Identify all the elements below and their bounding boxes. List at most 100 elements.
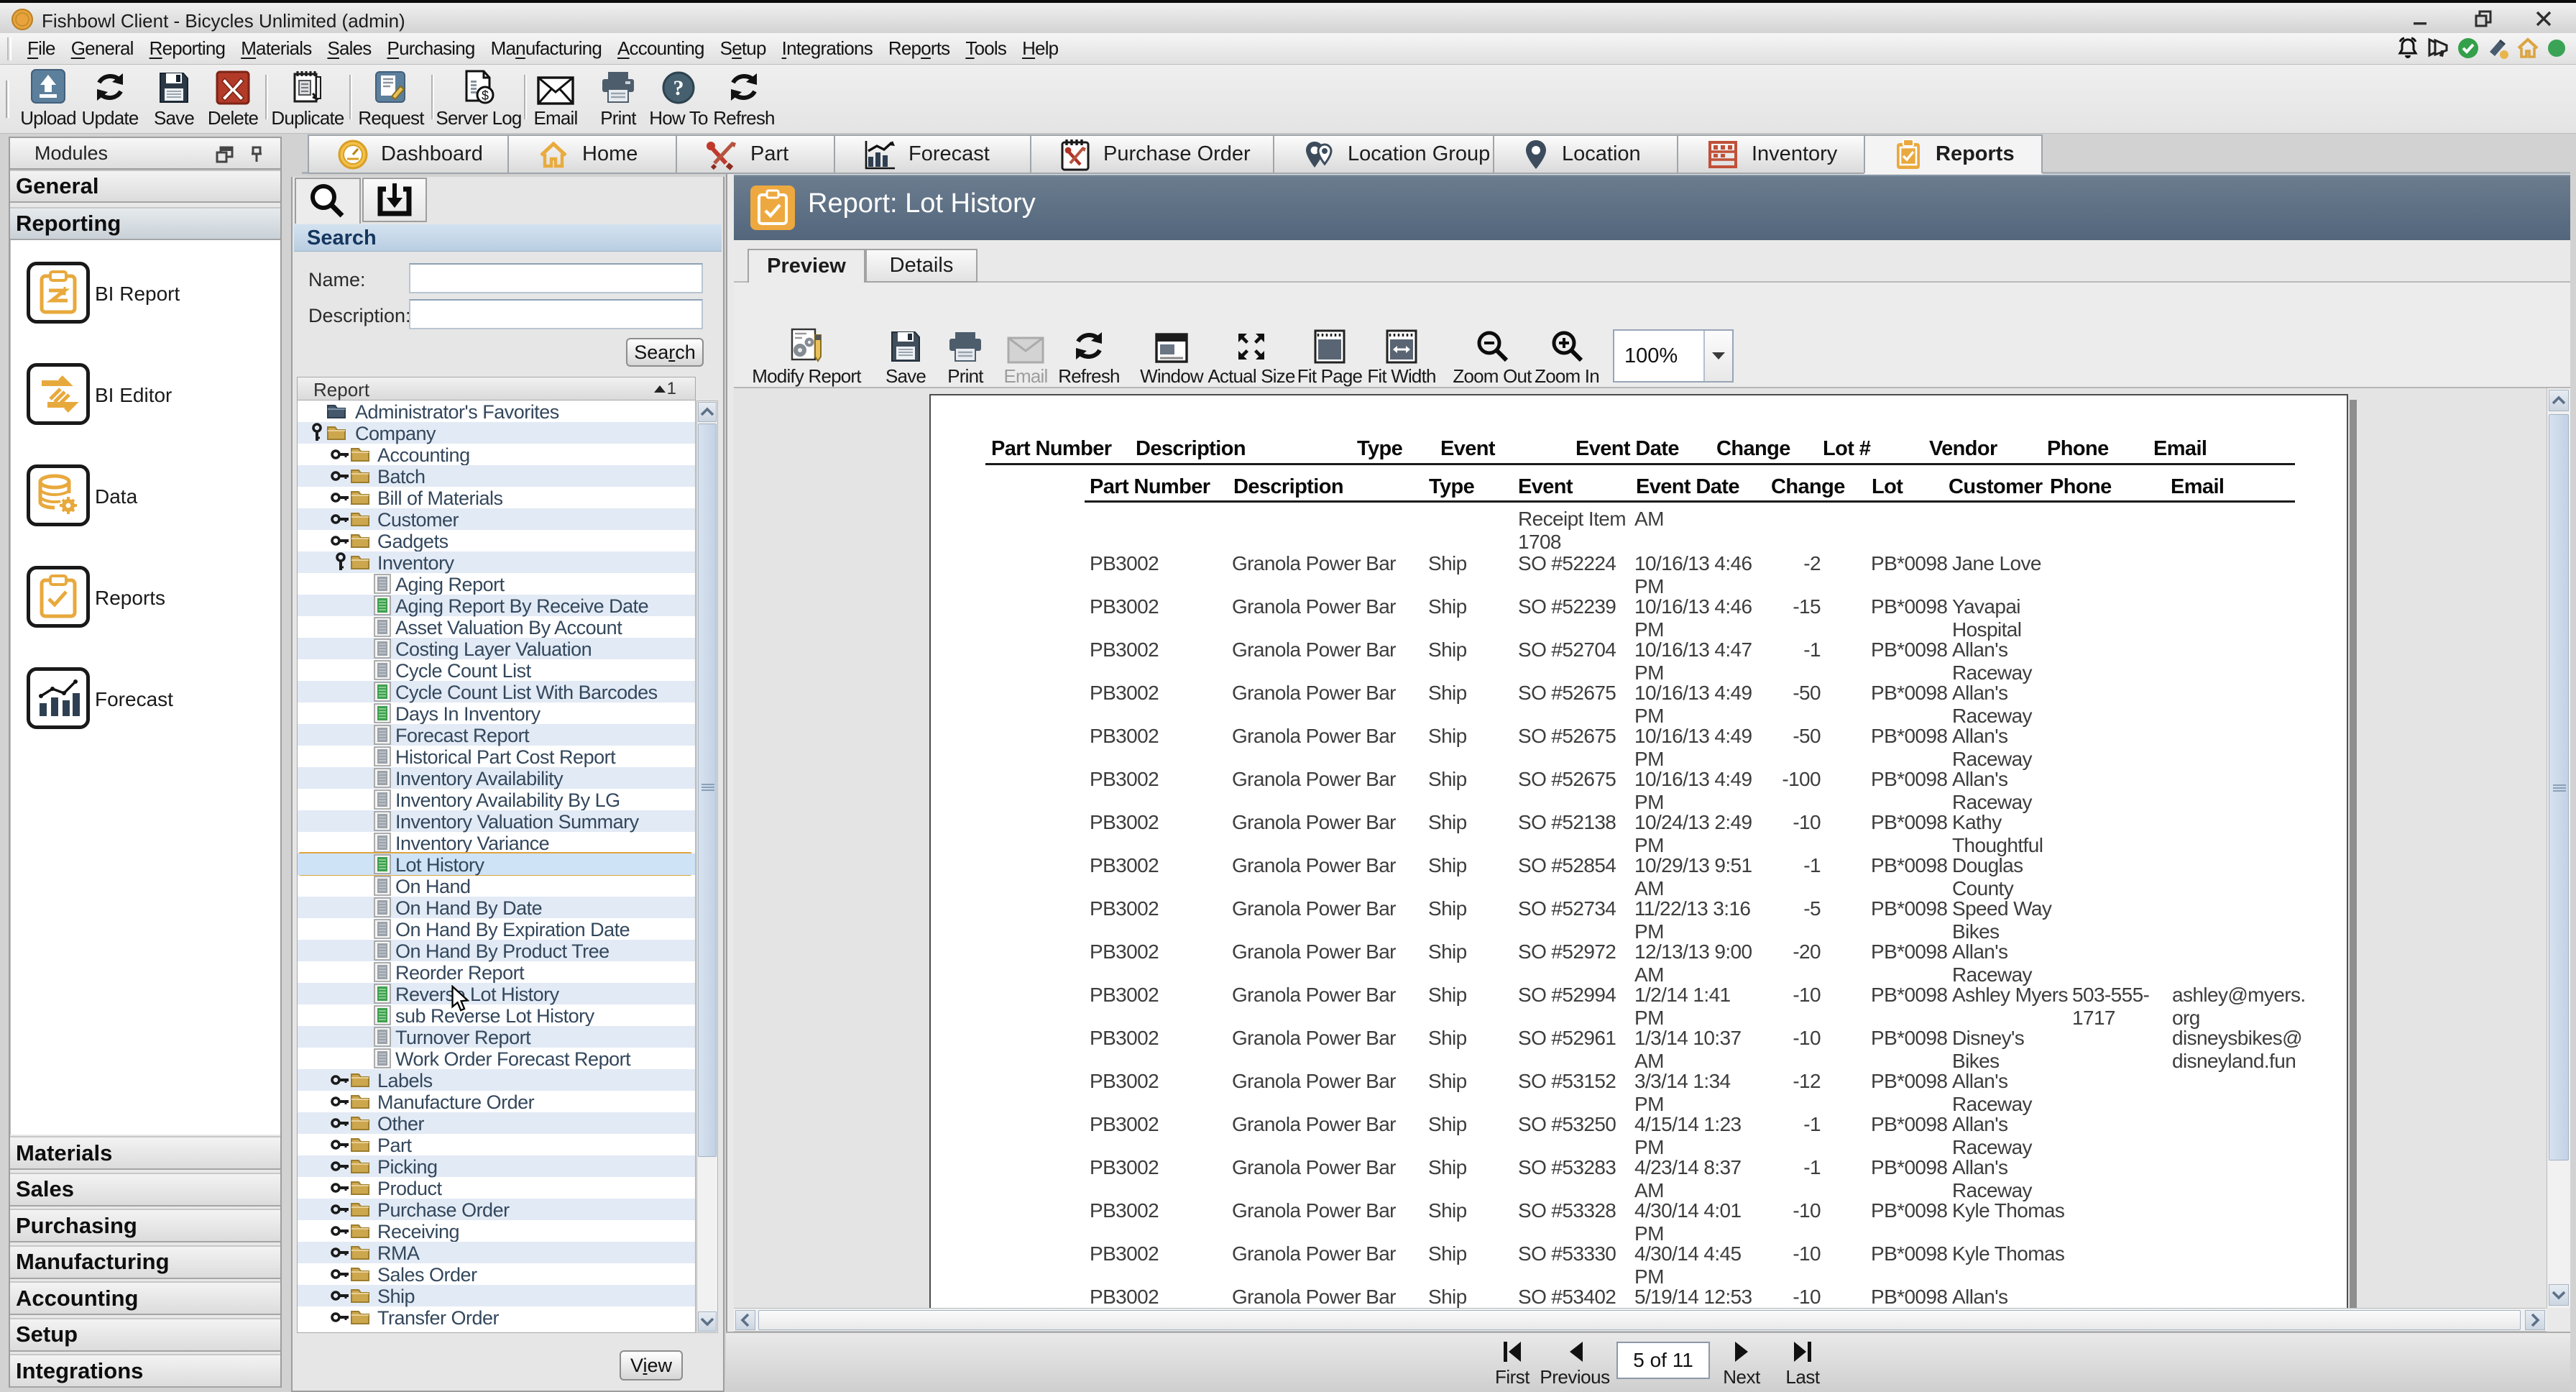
tree-item-costing-layer-valuation[interactable]: Costing Layer Valuation (298, 638, 695, 659)
tree-toggle-collapsed-icon[interactable] (330, 444, 351, 465)
tree-item-company[interactable]: Company (298, 422, 695, 444)
tree-toggle-collapsed-icon[interactable] (330, 487, 351, 508)
tab-search-panel[interactable] (295, 178, 361, 224)
tree-toggle-collapsed-icon[interactable] (330, 530, 351, 551)
tree-item-product[interactable]: Product (298, 1177, 695, 1199)
status-dot-icon[interactable] (2546, 37, 2567, 59)
tree-toggle-collapsed-icon[interactable] (330, 1112, 351, 1134)
menu-sales[interactable]: Sales (327, 37, 371, 59)
tree-item-inventory-variance[interactable]: Inventory Variance (298, 832, 695, 853)
report-tab-preview[interactable]: Preview (748, 249, 865, 283)
module-section-reporting[interactable]: Reporting (10, 207, 280, 240)
report-vertical-scrollbar[interactable] (2547, 388, 2570, 1308)
tree-toggle-collapsed-icon[interactable] (330, 1306, 351, 1328)
minimize-button[interactable] (2408, 7, 2432, 30)
tree-item-work-order-forecast-report[interactable]: Work Order Forecast Report (298, 1048, 695, 1069)
menu-help[interactable]: Help (1022, 37, 1058, 59)
tree-item-inventory[interactable]: Inventory (298, 551, 695, 573)
menu-reporting[interactable]: Reporting (150, 37, 226, 59)
tree-toggle-collapsed-icon[interactable] (330, 1134, 351, 1155)
tree-item-inventory-availability-by-lg[interactable]: Inventory Availability By LG (298, 789, 695, 810)
module-tab-reports[interactable]: Reports (1864, 134, 2043, 174)
tree-toggle-collapsed-icon[interactable] (330, 1199, 351, 1220)
tree-item-manufacture-order[interactable]: Manufacture Order (298, 1091, 695, 1112)
modify-report-report-button[interactable]: Modify Report (749, 324, 864, 388)
tree-toggle-collapsed-icon[interactable] (330, 1155, 351, 1177)
tree-item-receiving[interactable]: Receiving (298, 1220, 695, 1242)
module-section-integrations[interactable]: Integrations (10, 1354, 280, 1388)
tree-item-batch[interactable]: Batch (298, 465, 695, 487)
tree-item-on-hand-by-product-tree[interactable]: On Hand By Product Tree (298, 940, 695, 961)
module-tab-purchase-order[interactable]: Purchase Order (1030, 134, 1273, 174)
tree-toggle-collapsed-icon[interactable] (330, 1242, 351, 1263)
tree-item-purchase-order[interactable]: Purchase Order (298, 1199, 695, 1220)
tree-toggle-expanded-icon[interactable] (306, 422, 328, 444)
tree-scrollbar[interactable] (696, 400, 718, 1333)
report-tab-details[interactable]: Details (865, 249, 978, 283)
menu-manufacturing[interactable]: Manufacturing (491, 37, 602, 59)
name-input[interactable] (409, 263, 703, 293)
tree-toggle-collapsed-icon[interactable] (330, 1220, 351, 1242)
tree-item-transfer-order[interactable]: Transfer Order (298, 1306, 695, 1328)
tree-item-sub-reverse-lot-history[interactable]: sub Reverse Lot History (298, 1004, 695, 1026)
module-section-accounting[interactable]: Accounting (10, 1281, 280, 1315)
report-tree-header[interactable]: Report 1 (297, 377, 696, 400)
tree-item-part[interactable]: Part (298, 1134, 695, 1155)
page-number-field[interactable]: 5 of 11 (1616, 1342, 1710, 1379)
search-button[interactable]: Search (626, 338, 704, 367)
tree-toggle-collapsed-icon[interactable] (330, 1263, 351, 1285)
module-section-purchasing[interactable]: Purchasing (10, 1209, 280, 1242)
tree-toggle-collapsed-icon[interactable] (330, 1285, 351, 1306)
tree-item-bill-of-materials[interactable]: Bill of Materials (298, 487, 695, 508)
tree-item-other[interactable]: Other (298, 1112, 695, 1134)
module-section-manufacturing[interactable]: Manufacturing (10, 1245, 280, 1279)
tree-item-reverse-lot-history[interactable]: Reverse Lot History (298, 983, 695, 1004)
check-circle-icon[interactable] (2456, 36, 2480, 60)
module-item-data[interactable]: Data (27, 464, 271, 529)
last-page-button[interactable]: Last (1752, 1339, 1853, 1388)
bell-icon[interactable] (2396, 36, 2420, 60)
menu-general[interactable]: General (71, 37, 134, 59)
tree-item-accounting[interactable]: Accounting (298, 444, 695, 465)
description-input[interactable] (409, 299, 703, 329)
tree-item-inventory-valuation-summary[interactable]: Inventory Valuation Summary (298, 810, 695, 832)
tree-item-inventory-availability[interactable]: Inventory Availability (298, 767, 695, 789)
tab-import-panel[interactable] (362, 178, 427, 222)
module-tab-location-group[interactable]: Location Group (1273, 134, 1493, 174)
module-tab-dashboard[interactable]: Dashboard (308, 134, 507, 174)
tree-item-customer[interactable]: Customer (298, 508, 695, 530)
tree-toggle-collapsed-icon[interactable] (330, 1091, 351, 1112)
module-tab-part[interactable]: Part (676, 134, 834, 174)
close-button[interactable] (2531, 7, 2556, 30)
tree-item-turnover-report[interactable]: Turnover Report (298, 1026, 695, 1048)
module-section-general[interactable]: General (10, 170, 280, 203)
annotate-icon[interactable] (2485, 36, 2510, 60)
tree-item-on-hand-by-expiration-date[interactable]: On Hand By Expiration Date (298, 918, 695, 940)
megaphone-icon[interactable] (2425, 37, 2451, 60)
menu-tools[interactable]: Tools (965, 37, 1006, 59)
module-tab-forecast[interactable]: Forecast (834, 134, 1030, 174)
tree-toggle-collapsed-icon[interactable] (330, 465, 351, 487)
tree-item-on-hand[interactable]: On Hand (298, 875, 695, 897)
tree-item-reorder-report[interactable]: Reorder Report (298, 961, 695, 983)
tree-item-aging-report-by-receive-date[interactable]: Aging Report By Receive Date (298, 595, 695, 616)
tree-item-labels[interactable]: Labels (298, 1069, 695, 1091)
zoom-level-combobox[interactable]: 100% (1613, 329, 1734, 383)
pin-panel-icon[interactable] (249, 145, 264, 164)
zoom-dropdown-icon[interactable] (1703, 331, 1732, 381)
module-item-bi-report[interactable]: BI Report (27, 262, 271, 326)
tree-item-on-hand-by-date[interactable]: On Hand By Date (298, 897, 695, 918)
menu-purchasing[interactable]: Purchasing (387, 37, 475, 59)
tree-toggle-collapsed-icon[interactable] (330, 1177, 351, 1199)
tree-item-lot-history[interactable]: Lot History (298, 853, 695, 875)
tree-item-sales-order[interactable]: Sales Order (298, 1263, 695, 1285)
tree-item-aging-report[interactable]: Aging Report (298, 573, 695, 595)
zoom-in-report-button[interactable]: Zoom In (1509, 324, 1624, 388)
module-section-materials[interactable]: Materials (10, 1136, 280, 1170)
tree-item-asset-valuation-by-account[interactable]: Asset Valuation By Account (298, 616, 695, 638)
module-section-sales[interactable]: Sales (10, 1173, 280, 1206)
tree-item-cycle-count-list[interactable]: Cycle Count List (298, 659, 695, 681)
tree-item-rma[interactable]: RMA (298, 1242, 695, 1263)
previous-page-button[interactable]: Previous (1524, 1339, 1625, 1388)
menu-reports[interactable]: Reports (888, 37, 949, 59)
